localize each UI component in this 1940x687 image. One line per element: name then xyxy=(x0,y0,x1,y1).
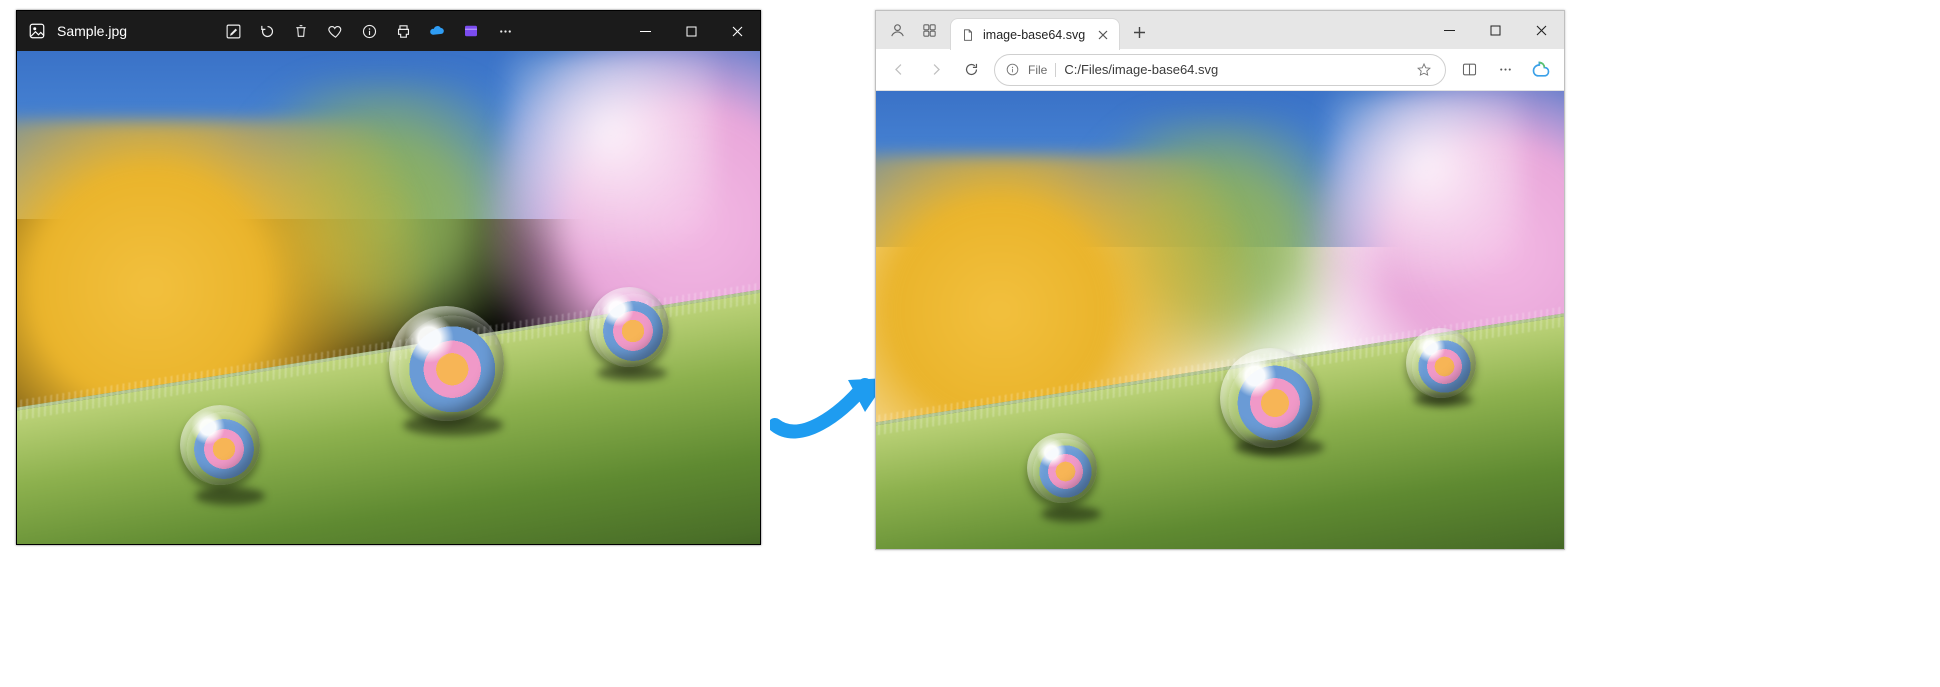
photos-titlebar: Sample.jpg xyxy=(17,11,760,51)
maximize-button[interactable] xyxy=(1472,11,1518,49)
photos-window: Sample.jpg xyxy=(16,10,761,545)
photos-window-controls xyxy=(622,11,760,51)
maximize-button[interactable] xyxy=(668,11,714,51)
minimize-button[interactable] xyxy=(622,11,668,51)
browser-tab[interactable]: image-base64.svg xyxy=(950,18,1120,50)
scheme-label: File xyxy=(1028,63,1056,77)
edge-window: image-base64.svg xyxy=(875,10,1565,550)
photos-image-area[interactable] xyxy=(17,51,760,544)
cloud-icon[interactable] xyxy=(423,17,451,45)
favorite-icon[interactable] xyxy=(1413,59,1435,81)
edge-tabstrip: image-base64.svg xyxy=(876,11,1564,49)
print-icon[interactable] xyxy=(389,17,417,45)
tab-title: image-base64.svg xyxy=(983,28,1085,42)
split-screen-icon[interactable] xyxy=(1452,53,1486,87)
photos-toolbar xyxy=(219,17,519,45)
document-icon xyxy=(961,28,975,42)
photos-filename: Sample.jpg xyxy=(57,23,139,39)
sample-photo xyxy=(17,51,760,544)
address-bar[interactable]: File C:/Files/image-base64.svg xyxy=(994,54,1446,86)
back-button[interactable] xyxy=(882,53,916,87)
heart-icon[interactable] xyxy=(321,17,349,45)
rotate-icon[interactable] xyxy=(253,17,281,45)
site-info-icon[interactable] xyxy=(1005,62,1020,77)
edit-icon[interactable] xyxy=(219,17,247,45)
workspaces-icon[interactable] xyxy=(914,15,944,45)
new-tab-button[interactable] xyxy=(1124,17,1154,47)
trash-icon[interactable] xyxy=(287,17,315,45)
close-button[interactable] xyxy=(714,11,760,51)
refresh-button[interactable] xyxy=(954,53,988,87)
profile-icon[interactable] xyxy=(882,15,912,45)
transition-arrow-icon xyxy=(770,360,890,450)
more-icon[interactable] xyxy=(491,17,519,45)
settings-more-icon[interactable] xyxy=(1488,53,1522,87)
edge-window-controls xyxy=(1426,11,1564,49)
close-button[interactable] xyxy=(1518,11,1564,49)
tab-close-icon[interactable] xyxy=(1093,25,1113,45)
film-icon[interactable] xyxy=(457,17,485,45)
info-icon[interactable] xyxy=(355,17,383,45)
svg-image-rendered xyxy=(876,91,1564,549)
photos-app-icon xyxy=(17,22,57,40)
edge-toolbar: File C:/Files/image-base64.svg xyxy=(876,49,1564,91)
url-text: C:/Files/image-base64.svg xyxy=(1064,62,1405,77)
forward-button[interactable] xyxy=(918,53,952,87)
edge-content-area[interactable] xyxy=(876,91,1564,549)
minimize-button[interactable] xyxy=(1426,11,1472,49)
copilot-icon[interactable] xyxy=(1524,53,1558,87)
